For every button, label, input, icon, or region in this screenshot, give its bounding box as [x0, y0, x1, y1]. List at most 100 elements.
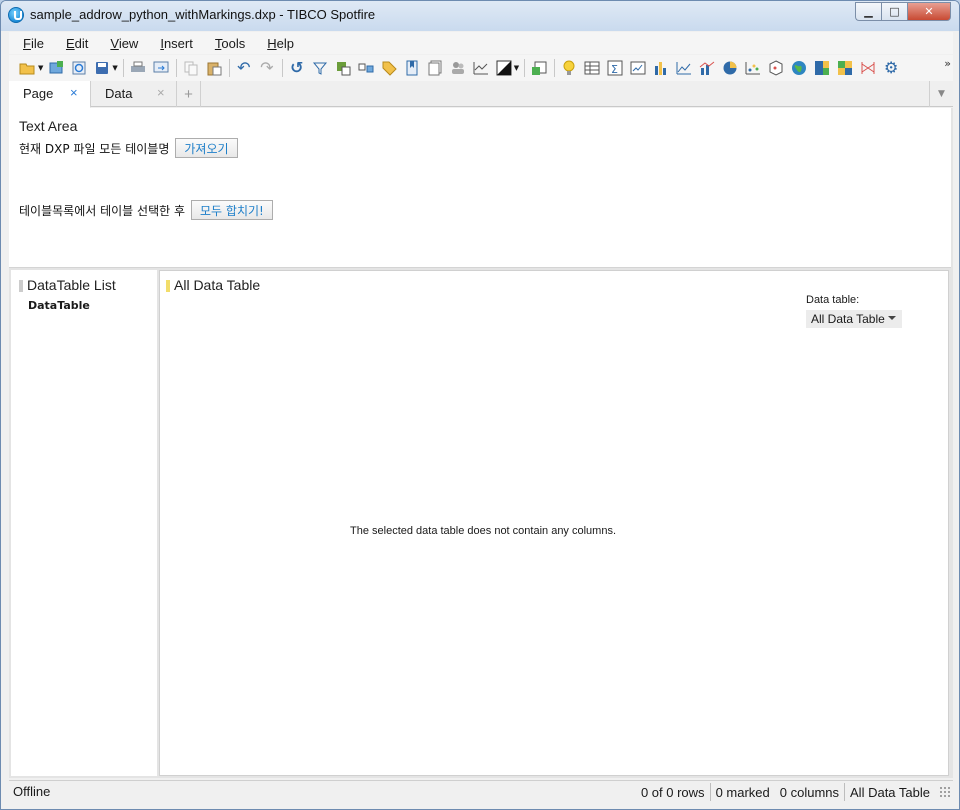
undo-icon[interactable]: ↶ [235, 59, 253, 77]
text-area-line-1: 현재 DXP 파일 모든 테이블명 가져오기 [19, 138, 238, 158]
tab-page-label: Page [23, 86, 54, 101]
collection-icon[interactable] [426, 59, 444, 77]
spotfire-logo-icon [8, 7, 24, 23]
toolbar-overflow-icon[interactable]: » [944, 57, 951, 70]
toolbar-separator [524, 59, 526, 77]
column-count: 0 columns [779, 784, 840, 800]
parallel-icon[interactable] [859, 59, 877, 77]
list-item[interactable]: DataTable [28, 299, 90, 312]
datatable-list-title: DataTable List [27, 277, 116, 293]
map-icon[interactable] [790, 59, 808, 77]
menu-insert[interactable]: Insert [146, 36, 201, 51]
bar-chart-icon[interactable] [652, 59, 670, 77]
line2-label: 테이블목록에서 테이블 선택한 후 [19, 203, 186, 218]
window-title: sample_addrow_python_withMarkings.dxp - … [30, 7, 376, 22]
toolbar-separator [175, 59, 177, 77]
connection-status: Offline [13, 784, 51, 799]
open-dropdown-icon[interactable]: ▼ [38, 64, 43, 72]
data-table-label: Data table: [806, 294, 860, 306]
new-page-icon[interactable] [530, 59, 548, 77]
menu-file[interactable]: File [9, 36, 52, 51]
data-table-select[interactable]: All Data Table [806, 310, 902, 328]
page-list-dropdown-icon[interactable]: ▼ [929, 81, 953, 107]
resize-grip-icon[interactable] [939, 786, 951, 798]
tab-page-close-icon[interactable]: × [70, 85, 78, 100]
chart-area-icon[interactable] [472, 59, 490, 77]
export-icon[interactable] [152, 59, 170, 77]
window-controls: ▁ □ ✕ [855, 2, 951, 21]
lightbulb-icon[interactable] [560, 59, 578, 77]
merge-all-button[interactable]: 모두 합치기! [191, 200, 273, 220]
pie-chart-icon[interactable] [721, 59, 739, 77]
minimize-button[interactable]: ▁ [855, 2, 881, 21]
3d-scatter-icon[interactable] [767, 59, 785, 77]
open-icon[interactable] [19, 59, 37, 77]
relations-icon[interactable] [357, 59, 375, 77]
empty-table-message: The selected data table does not contain… [350, 525, 617, 537]
maximize-button[interactable]: □ [881, 2, 907, 21]
reset-icon[interactable]: ↺ [288, 59, 306, 77]
tab-page[interactable]: Page × [9, 81, 91, 108]
status-bar: Offline 0 of 0 rows 0 marked 0 columns Al… [9, 780, 953, 802]
table-icon[interactable] [583, 59, 601, 77]
tab-data-close-icon[interactable]: × [157, 85, 165, 100]
color-icon[interactable] [495, 59, 513, 77]
title-accent-bar [19, 280, 23, 292]
print-icon[interactable] [129, 59, 147, 77]
details-icon[interactable] [334, 59, 352, 77]
all-data-table-panel: All Data Table Data table: All Data Tabl… [159, 270, 949, 776]
graphical-table-icon[interactable] [629, 59, 647, 77]
user-icon[interactable] [449, 59, 467, 77]
menu-tools[interactable]: Tools [201, 36, 253, 51]
tab-data-label: Data [105, 86, 133, 101]
toolbar: ▼ ▼ ↶ ↷ ↺ ▼ Σ ⚙ » [9, 55, 953, 81]
save-dropdown-icon[interactable]: ▼ [112, 64, 117, 72]
reload-icon[interactable] [70, 59, 88, 77]
all-data-table-title: All Data Table [174, 277, 261, 293]
page-tab-strip: Page × Data × + ▼ [9, 81, 953, 108]
menu-help[interactable]: Help [253, 36, 302, 51]
paste-icon[interactable] [205, 59, 223, 77]
toolbar-separator [122, 59, 124, 77]
tag-icon[interactable] [380, 59, 398, 77]
page-canvas: Text Area 현재 DXP 파일 모든 테이블명 가져오기 테이블목록에서… [9, 108, 953, 778]
menu-bar: File Edit View Insert Tools Help [9, 32, 953, 54]
fetch-tables-button[interactable]: 가져오기 [175, 138, 238, 158]
menu-edit[interactable]: Edit [52, 36, 96, 51]
add-page-button[interactable]: + [177, 81, 201, 107]
text-area-title: Text Area [19, 118, 78, 134]
redo-icon[interactable]: ↷ [258, 59, 276, 77]
text-area-panel: Text Area 현재 DXP 파일 모든 테이블명 가져오기 테이블목록에서… [9, 108, 951, 268]
status-bar-right: 0 of 0 rows 0 marked 0 columns All Data T… [636, 781, 951, 803]
heatmap-icon[interactable] [836, 59, 854, 77]
marked-count: 0 marked 0 columns [709, 783, 844, 801]
copy-icon[interactable] [182, 59, 200, 77]
line-chart-icon[interactable] [675, 59, 693, 77]
text-area-line-2: 테이블목록에서 테이블 선택한 후 모두 합치기! [19, 200, 273, 220]
color-dropdown-icon[interactable]: ▼ [514, 64, 519, 72]
svg-text:Σ: Σ [611, 63, 618, 76]
add-data-icon[interactable] [47, 59, 65, 77]
combo-chart-icon[interactable] [698, 59, 716, 77]
data-table-select-value: All Data Table [811, 312, 885, 326]
scatter-icon[interactable] [744, 59, 762, 77]
active-table[interactable]: All Data Table [844, 783, 935, 801]
title-accent-bar [166, 280, 170, 292]
marked-count-text: 0 marked [715, 784, 770, 800]
save-icon[interactable] [93, 59, 111, 77]
filter-icon[interactable] [311, 59, 329, 77]
toolbar-separator [228, 59, 230, 77]
toolbar-separator [554, 59, 556, 77]
treemap-icon[interactable] [813, 59, 831, 77]
tab-data[interactable]: Data × [91, 81, 177, 107]
settings-icon[interactable]: ⚙ [882, 59, 900, 77]
title-bar[interactable]: sample_addrow_python_withMarkings.dxp - … [1, 1, 959, 31]
row-count: 0 of 0 rows [640, 784, 705, 800]
toolbar-separator [281, 59, 283, 77]
menu-view[interactable]: View [96, 36, 146, 51]
close-button[interactable]: ✕ [907, 2, 951, 21]
chevron-down-icon [888, 316, 896, 320]
bookmark-icon[interactable] [403, 59, 421, 77]
sum-icon[interactable]: Σ [606, 59, 624, 77]
datatable-list-panel: DataTable List DataTable [11, 270, 157, 776]
